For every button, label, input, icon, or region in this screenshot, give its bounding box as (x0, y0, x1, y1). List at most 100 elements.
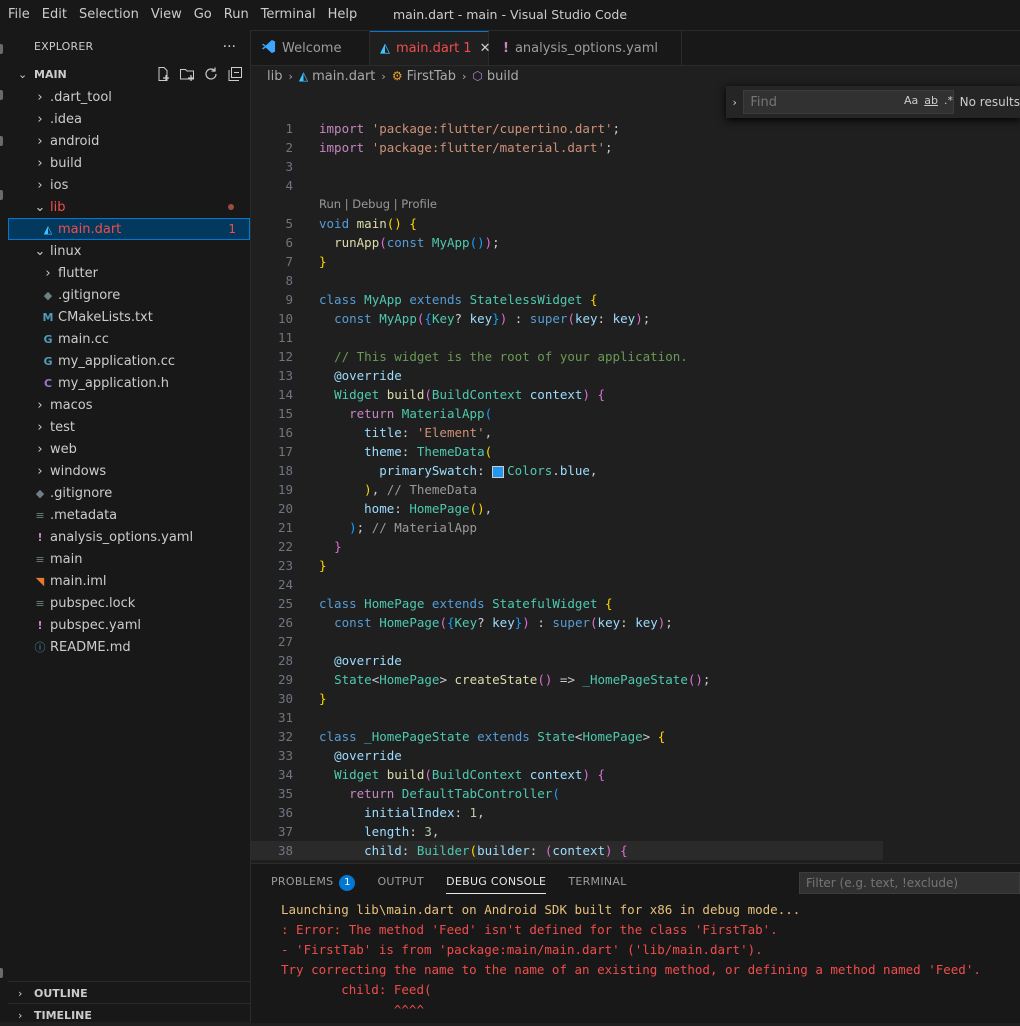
tree-item-label: CMakeLists.txt (58, 309, 153, 325)
tree-folder-test[interactable]: › test (8, 416, 250, 438)
tree-file-pubspec-lock[interactable]: ≡ pubspec.lock (8, 592, 250, 614)
tree-item-label: macos (50, 397, 93, 413)
tab-main-dart[interactable]: ◭ main.dart 1 ✕ (370, 31, 490, 65)
new-file-icon[interactable] (154, 65, 172, 83)
new-folder-icon[interactable] (178, 65, 196, 83)
code-line: 36 initialIndex: 1, (277, 805, 485, 820)
console-line: ^^^^ (281, 1002, 424, 1017)
regex-icon[interactable]: .* (944, 94, 953, 107)
tree-file-pubspec-yaml[interactable]: ! pubspec.yaml (8, 614, 250, 636)
menu-terminal[interactable]: Terminal (255, 0, 322, 30)
timeline-section[interactable]: › TIMELINE (8, 1003, 250, 1026)
code-lens[interactable]: Run | Debug | Profile (319, 195, 1020, 214)
tree-folder-build[interactable]: › build (8, 152, 250, 174)
console-line: child: Feed( (281, 982, 432, 997)
tab-problems[interactable]: PROBLEMS 1 (271, 864, 366, 900)
code-line: 12 // This widget is the root of your ap… (277, 349, 688, 364)
tree-folder-windows[interactable]: › windows (8, 460, 250, 482)
more-actions-icon[interactable]: ··· (223, 39, 236, 55)
tree-folder-lib[interactable]: ⌄ lib (8, 196, 250, 218)
collapse-all-icon[interactable] (226, 65, 244, 83)
menu-go[interactable]: Go (188, 0, 218, 30)
tree-folder-dart-tool[interactable]: › .dart_tool (8, 86, 250, 108)
tab-label: main.dart (396, 41, 460, 56)
tab-debug-console[interactable]: DEBUG CONSOLE (446, 864, 557, 900)
text-file-icon: ≡ (35, 596, 45, 610)
tree-file-my-application-cc[interactable]: Gmy_application.cc (8, 350, 250, 372)
menu-selection[interactable]: Selection (73, 0, 145, 30)
tree-file-gitignore[interactable]: ◆ .gitignore (8, 284, 250, 306)
code-line: 13 @override (277, 368, 402, 383)
tab-terminal[interactable]: TERMINAL (568, 864, 637, 900)
tree-item-label: my_application.cc (58, 353, 175, 369)
tree-folder-idea[interactable]: › .idea (8, 108, 250, 130)
tree-item-label: README.md (50, 639, 131, 655)
chevron-right-icon: › (381, 69, 386, 83)
tree-folder-web[interactable]: › web (8, 438, 250, 460)
code-line: 11 (277, 330, 293, 345)
explorer-title: EXPLORER (34, 40, 94, 53)
tree-item-label: test (50, 419, 75, 435)
whole-word-icon[interactable]: ab (924, 94, 938, 107)
tree-folder-flutter[interactable]: › flutter (8, 262, 250, 284)
menu-run[interactable]: Run (218, 0, 255, 30)
tree-file-main[interactable]: ≡ main (8, 548, 250, 570)
tree-file-analysis-options-yaml[interactable]: ! analysis_options.yaml (8, 526, 250, 548)
tree-item-label: pubspec.lock (50, 595, 136, 611)
code-line: 26 const HomePage({Key? key}) : super(ke… (277, 615, 673, 630)
tree-folder-ios[interactable]: › ios (8, 174, 250, 196)
tree-file-readme-md[interactable]: ⓘ README.md (8, 636, 250, 658)
tree-file-metadata[interactable]: ≡ .metadata (8, 504, 250, 526)
menu-help[interactable]: Help (322, 0, 364, 30)
refresh-icon[interactable] (202, 65, 220, 83)
tree-file-gitignore[interactable]: ◆ .gitignore (8, 482, 250, 504)
tree-folder-linux[interactable]: ⌄ linux (8, 240, 250, 262)
breadcrumb-item[interactable]: main.dart (312, 69, 375, 84)
code-line: 17 theme: ThemeData( (277, 444, 493, 459)
workspace-root-header[interactable]: ⌄ MAIN (8, 63, 250, 85)
match-case-icon[interactable]: Aa (904, 94, 918, 107)
code-editor[interactable]: 1 import 'package:flutter/cupertino.dart'… (251, 87, 1020, 863)
tree-file-cmakelists-txt[interactable]: M CMakeLists.txt (8, 306, 250, 328)
console-filter-input[interactable] (799, 872, 1020, 894)
activity-indicator (0, 968, 3, 978)
color-swatch[interactable] (492, 465, 505, 478)
code-line: 22 } (277, 539, 342, 554)
tree-folder-android[interactable]: › android (8, 130, 250, 152)
xml-icon: ◥ (35, 574, 45, 588)
chevron-right-icon: › (45, 265, 51, 281)
title-bar: File Edit Selection View Go Run Terminal… (0, 0, 1020, 31)
tree-file-main-dart[interactable]: ◭ main.dart 1 (8, 218, 250, 240)
outline-section[interactable]: › OUTLINE (8, 981, 250, 1004)
tree-item-label: android (50, 133, 100, 149)
tree-item-label: main.cc (58, 331, 109, 347)
menu-file[interactable]: File (2, 0, 36, 30)
tab-welcome[interactable]: Welcome (251, 31, 370, 65)
menu-edit[interactable]: Edit (36, 0, 73, 30)
breadcrumb-item[interactable]: lib (267, 69, 282, 84)
tab-output[interactable]: OUTPUT (377, 864, 435, 900)
code-line: 3 (285, 159, 293, 174)
chevron-right-icon: › (18, 986, 23, 1000)
breadcrumb-item[interactable]: build (487, 69, 519, 84)
breadcrumb-item[interactable]: FirstTab (407, 69, 456, 84)
chevron-right-icon[interactable]: › (726, 96, 743, 109)
tree-file-my-application-h[interactable]: Cmy_application.h (8, 372, 250, 394)
code-line: 20 home: HomePage(), (277, 501, 493, 516)
tree-file-main-iml[interactable]: ◥ main.iml (8, 570, 250, 592)
chevron-right-icon: › (18, 1008, 23, 1022)
console-line: : Error: The method 'Feed' isn't defined… (281, 922, 778, 937)
chevron-right-icon: › (37, 177, 43, 193)
tree-item-label: main.dart (58, 221, 122, 237)
chevron-right-icon: › (37, 463, 43, 479)
explorer-sidebar: EXPLORER ··· ⌄ MAIN › .dart_tool › .idea › an… (8, 30, 251, 1022)
tree-folder-macos[interactable]: › macos (8, 394, 250, 416)
code-line: 30} (277, 691, 327, 706)
debug-console-output: Launching lib\main.dart on Android SDK b… (281, 900, 1020, 1020)
tab-analysis-options[interactable]: ! analysis_options.yaml (489, 31, 682, 65)
tree-file-main-cc[interactable]: Gmain.cc (8, 328, 250, 350)
find-options: Aa ab .* (904, 94, 953, 107)
tree-item-label: my_application.h (58, 375, 169, 391)
menu-view[interactable]: View (145, 0, 188, 30)
chevron-right-icon: › (37, 111, 43, 127)
